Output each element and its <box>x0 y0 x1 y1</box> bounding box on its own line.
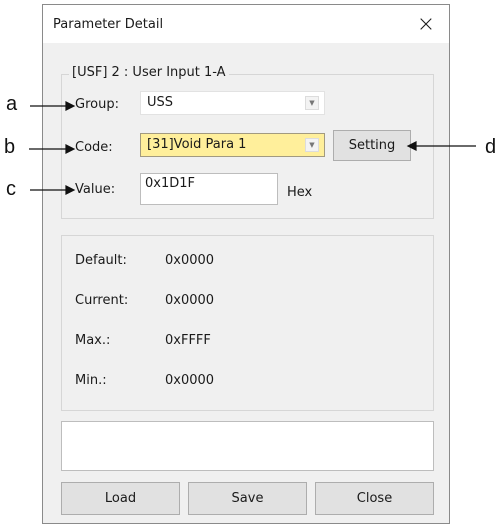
arrow-a-head <box>65 101 76 111</box>
arrow-b-head <box>65 144 76 154</box>
callout-arrows <box>29 101 476 195</box>
arrow-d-head <box>406 141 417 151</box>
arrow-c-head <box>65 185 76 195</box>
